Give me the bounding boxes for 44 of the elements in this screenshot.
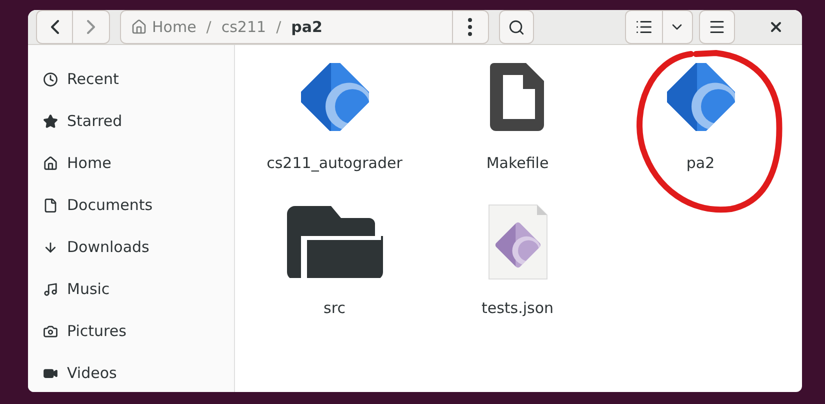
- sidebar-item[interactable]: Documents: [28, 184, 234, 226]
- back-icon: [50, 20, 58, 34]
- sidebar-item[interactable]: Pictures: [28, 310, 234, 352]
- file-name: cs211_autograder: [266, 153, 402, 174]
- sidebar-item[interactable]: Music: [28, 268, 234, 310]
- file-name: tests.json: [481, 298, 554, 319]
- path-separator: /: [206, 16, 212, 38]
- document-icon: [43, 198, 58, 212]
- file-item[interactable]: Makefile: [486, 57, 549, 174]
- file-item[interactable]: cs211_autograder: [266, 57, 402, 174]
- home-icon: [43, 156, 58, 170]
- clock-icon: [43, 72, 58, 86]
- file-name: src: [324, 298, 346, 319]
- more-icon: [468, 18, 472, 36]
- download-icon: [43, 240, 58, 254]
- path-separator: /: [276, 16, 282, 38]
- sidebar-item[interactable]: Starred: [28, 100, 234, 142]
- document-icon: [488, 61, 546, 133]
- file-name: Makefile: [486, 153, 549, 174]
- list-view-button[interactable]: [624, 10, 663, 44]
- search-button[interactable]: [498, 10, 534, 44]
- file-item[interactable]: src: [286, 202, 382, 320]
- search-icon: [508, 18, 525, 36]
- sidebar-item[interactable]: Videos: [28, 352, 234, 392]
- forward-icon: [87, 20, 95, 34]
- list-icon: [634, 18, 653, 36]
- sidebar-item[interactable]: Recent: [28, 58, 234, 100]
- sidebar-item[interactable]: Home: [28, 142, 234, 184]
- path-button[interactable]: cs211: [221, 16, 266, 38]
- sidebar-item[interactable]: Downloads: [28, 226, 234, 268]
- menu-icon: [708, 18, 726, 36]
- folder-icon: [286, 206, 382, 278]
- back-button[interactable]: [36, 10, 73, 44]
- path-button[interactable]: Home: [131, 16, 196, 38]
- file-item[interactable]: tests.json: [481, 202, 554, 320]
- star-icon: [43, 114, 58, 128]
- menu-button[interactable]: [698, 10, 735, 44]
- file-item[interactable]: pa2: [666, 57, 734, 174]
- music-icon: [43, 282, 58, 296]
- path-button[interactable]: pa2: [291, 16, 322, 38]
- file-name: pa2: [686, 153, 715, 174]
- camera-icon: [43, 324, 58, 338]
- json-file-icon: [486, 203, 548, 281]
- home-icon: [131, 19, 147, 35]
